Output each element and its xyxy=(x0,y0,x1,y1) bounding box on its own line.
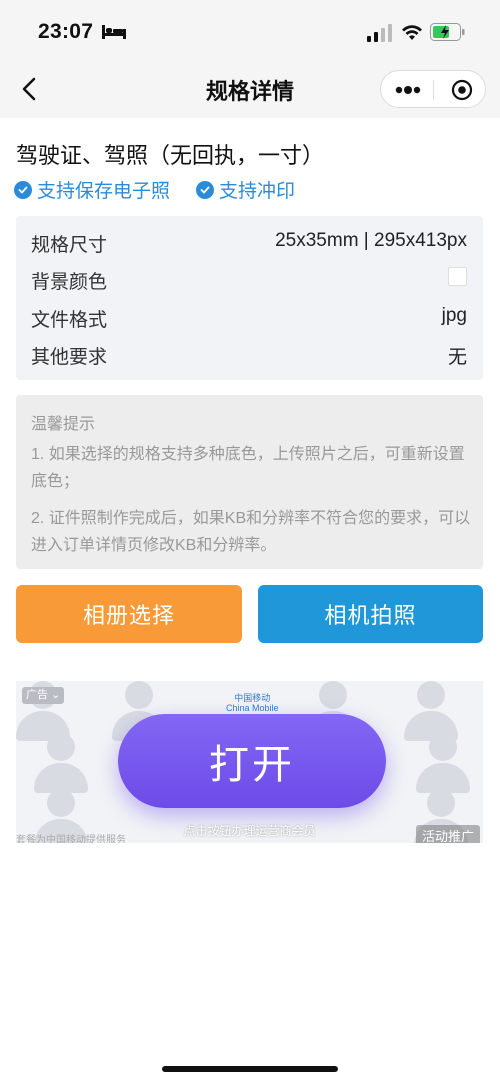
avatar-placeholder-icon xyxy=(34,733,88,793)
spec-card: 规格尺寸 25x35mm | 295x413px 背景颜色 文件格式 jpg 其… xyxy=(16,216,483,380)
sleep-focus-icon xyxy=(102,25,126,39)
battery-charging-icon xyxy=(430,23,465,41)
ad-badge-label: 广告 xyxy=(26,689,48,701)
camera-capture-button[interactable]: 相机拍照 xyxy=(258,585,483,643)
tip-item: 1. 如果选择的规格支持多种底色，上传照片之后，可重新设置底色； xyxy=(31,446,465,490)
capsule-divider xyxy=(433,80,434,100)
spec-value: jpg xyxy=(441,305,467,326)
feature-save-electronic: 支持保存电子照 xyxy=(14,176,170,203)
spec-label: 其他要求 xyxy=(31,347,108,368)
check-circle-icon xyxy=(14,180,32,199)
more-icon[interactable] xyxy=(393,81,423,99)
spec-value: 25x35mm | 295x413px xyxy=(275,230,467,251)
tip-item: 2. 证件照制作完成后，如果KB和分辨率不符合您的要求，可以进入订单详情页修改K… xyxy=(31,510,471,554)
feature-label: 支持保存电子照 xyxy=(37,181,171,202)
status-bar: 23:07 xyxy=(0,0,500,62)
spec-label: 背景颜色 xyxy=(31,272,108,293)
carrier-logo: 中国移动 China Mobile xyxy=(226,693,279,713)
check-circle-icon xyxy=(196,180,214,199)
spec-row-size: 规格尺寸 25x35mm | 295x413px xyxy=(16,222,483,258)
spec-row-format: 文件格式 jpg xyxy=(16,297,483,333)
background-color-swatch xyxy=(448,267,467,286)
tips-title: 温馨提示 xyxy=(31,416,96,433)
ad-provider-note: 套餐为中国移动提供服务 xyxy=(16,835,126,843)
cellular-signal-icon xyxy=(367,24,392,42)
feature-label: 支持冲印 xyxy=(219,181,296,202)
carrier-name-en: China Mobile xyxy=(226,703,279,713)
mini-program-capsule xyxy=(380,70,486,108)
spec-label: 文件格式 xyxy=(31,310,108,331)
home-indicator xyxy=(162,1066,338,1072)
spec-label: 规格尺寸 xyxy=(31,235,108,256)
main-content: 驾驶证、驾照（无回执，一寸） 支持保存电子照 支持冲印 规格尺寸 25x35mm… xyxy=(0,118,500,1082)
status-time: 23:07 xyxy=(38,20,94,43)
nav-bar: 规格详情 xyxy=(0,62,500,116)
tips-card: 温馨提示 1. 如果选择的规格支持多种底色，上传照片之后，可重新设置底色； 2.… xyxy=(16,395,483,569)
close-miniprogram-icon[interactable] xyxy=(451,79,473,101)
ad-badge[interactable]: 广告 ⌄ xyxy=(22,687,65,704)
avatar-placeholder-icon xyxy=(416,733,470,793)
ad-open-button[interactable]: 打开 xyxy=(118,714,386,808)
spec-row-other: 其他要求 无 xyxy=(16,334,483,370)
spec-heading: 驾驶证、驾照（无回执，一寸） xyxy=(16,143,325,168)
carrier-name: 中国移动 xyxy=(234,693,271,703)
avatar-placeholder-icon xyxy=(404,681,458,741)
wifi-icon xyxy=(402,25,422,40)
spec-row-background: 背景颜色 xyxy=(16,259,483,295)
album-select-button[interactable]: 相册选择 xyxy=(16,585,242,643)
ad-promo-label: 活动推广 xyxy=(415,825,480,843)
ad-banner[interactable]: 广告 ⌄ 中国移动 China Mobile 打开 点击按钮办理运营商会员 套餐… xyxy=(16,681,483,843)
spec-value: 无 xyxy=(447,347,467,368)
feature-print: 支持冲印 xyxy=(196,176,295,203)
